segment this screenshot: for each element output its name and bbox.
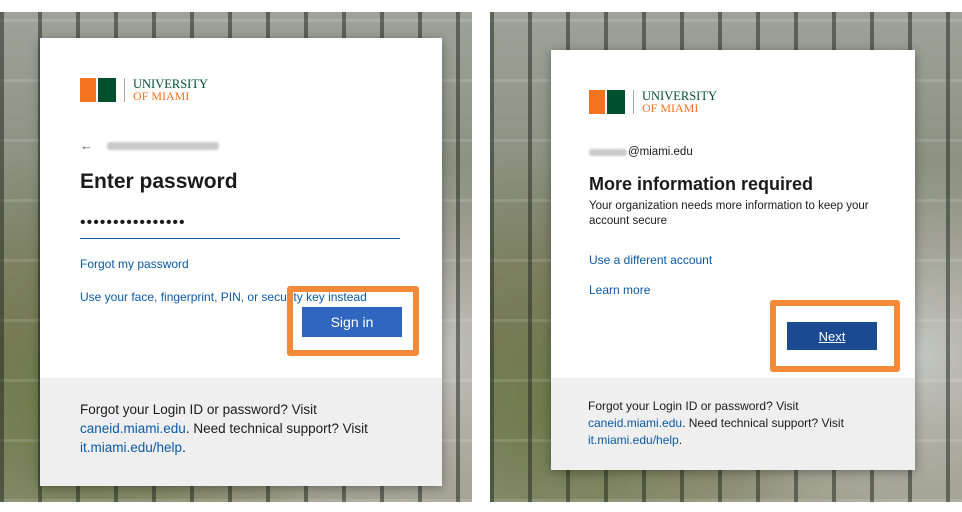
footer-text: . — [182, 440, 186, 455]
left-screenshot: UNIVERSITY OF MIAMI ← Enter password For… — [0, 12, 472, 502]
blurred-username — [589, 148, 627, 156]
caneid-link[interactable]: caneid.miami.edu — [80, 421, 186, 436]
info-text: Your organization needs more information… — [589, 200, 869, 227]
blurred-username — [107, 141, 219, 150]
email-suffix: @miami.edu — [628, 146, 693, 158]
learn-more-link[interactable]: Learn more — [589, 283, 650, 297]
page-title: More information required — [589, 174, 814, 194]
footer-text: . Need technical support? Visit — [682, 416, 844, 430]
back-arrow-icon[interactable]: ← — [80, 138, 93, 153]
different-account-link[interactable]: Use a different account — [589, 253, 712, 267]
footer-text: Forgot your Login ID or password? Visit — [588, 399, 799, 413]
footer-text: . — [678, 433, 683, 447]
back-row: ← — [80, 138, 219, 153]
card-footer: Forgot your Login ID or password? Visit … — [40, 378, 442, 486]
help-link[interactable]: it.miami.edu/help — [80, 440, 182, 455]
next-button[interactable]: Next — [787, 322, 877, 350]
logo-line2: OF MIAMI — [133, 89, 190, 103]
card-footer: Forgot your Login ID or password? Visit … — [551, 378, 915, 470]
footer-text: Forgot your Login ID or password? Visit — [80, 402, 317, 417]
page-title: Enter password — [80, 170, 238, 193]
sign-in-button[interactable]: Sign in — [302, 307, 402, 337]
password-input[interactable] — [80, 208, 400, 239]
um-logo-icon — [589, 90, 625, 114]
forgot-password-link[interactable]: Forgot my password — [80, 257, 189, 271]
signin-card: UNIVERSITY OF MIAMI ← Enter password For… — [40, 38, 442, 486]
help-link[interactable]: it.miami.edu/help — [588, 433, 679, 447]
um-logo-icon — [80, 78, 116, 102]
university-logo: UNIVERSITY OF MIAMI — [589, 90, 717, 114]
logo-line2: OF MIAMI — [642, 101, 699, 115]
right-screenshot: UNIVERSITY OF MIAMI @miami.edu More info… — [490, 12, 962, 502]
footer-text: . Need technical support? Visit — [185, 421, 368, 436]
more-info-card: UNIVERSITY OF MIAMI @miami.edu More info… — [551, 50, 915, 470]
caneid-link[interactable]: caneid.miami.edu — [588, 416, 682, 430]
account-email: @miami.edu — [589, 146, 693, 158]
university-logo: UNIVERSITY OF MIAMI — [80, 78, 208, 102]
